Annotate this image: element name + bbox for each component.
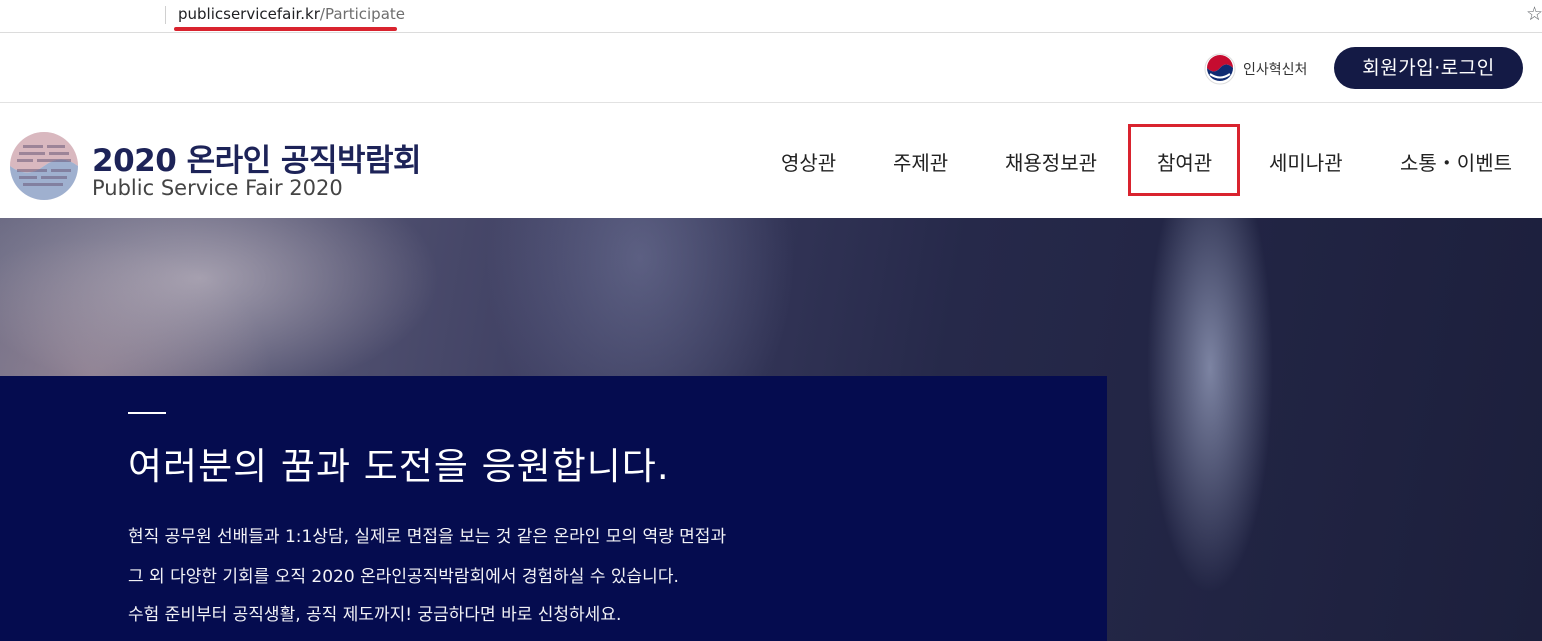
address-bar-divider	[165, 6, 166, 24]
hero-description-line-2: 그 외 다양한 기회를 오직 2020 온라인공직박람회에서 경험하실 수 있습…	[128, 567, 679, 587]
nav-highlight-box	[1128, 124, 1240, 196]
hero-text-panel: 여러분의 꿈과 도전을 응원합니다. 현직 공무원 선배들과 1:1상담, 실제…	[0, 376, 1107, 641]
browser-address-bar: publicservicefair.kr/Participate ☆	[0, 0, 1542, 33]
site-subtitle: Public Service Fair 2020	[92, 176, 343, 200]
nav-item-recruitment-hall[interactable]: 채용정보관	[1005, 147, 1097, 176]
utility-bar: 인사혁신처 회원가입·로그인	[0, 33, 1542, 103]
url-field[interactable]: publicservicefair.kr/Participate	[178, 5, 405, 23]
nav-item-communication-event[interactable]: 소통・이벤트	[1400, 147, 1512, 176]
nav-item-seminar-hall[interactable]: 세미나관	[1269, 147, 1343, 176]
site-header: 2020 온라인 공직박람회 Public Service Fair 2020 …	[0, 103, 1542, 218]
url-domain: publicservicefair.kr	[178, 5, 320, 23]
hero-banner: 여러분의 꿈과 도전을 응원합니다. 현직 공무원 선배들과 1:1상담, 실제…	[0, 218, 1542, 641]
site-title[interactable]: 2020 온라인 공직박람회	[92, 135, 422, 180]
hero-accent-line	[128, 412, 166, 414]
hero-description-line-1: 현직 공무원 선배들과 1:1상담, 실제로 면접을 보는 것 같은 온라인 모…	[128, 527, 727, 547]
bookmark-star-icon[interactable]: ☆	[1526, 3, 1542, 25]
url-path: /Participate	[319, 5, 405, 23]
ministry-name[interactable]: 인사혁신처	[1243, 59, 1307, 79]
url-highlight-underline	[174, 27, 397, 31]
fair-logo-icon[interactable]	[9, 131, 79, 201]
hero-heading: 여러분의 꿈과 도전을 응원합니다.	[128, 445, 670, 488]
nav-item-theme-hall[interactable]: 주제관	[893, 147, 948, 176]
nav-item-video-hall[interactable]: 영상관	[781, 147, 836, 176]
government-emblem-icon	[1204, 53, 1236, 85]
signup-login-button[interactable]: 회원가입·로그인	[1334, 47, 1523, 89]
hero-description-line-3: 수험 준비부터 공직생활, 공직 제도까지! 궁금하다면 바로 신청하세요.	[128, 605, 622, 625]
